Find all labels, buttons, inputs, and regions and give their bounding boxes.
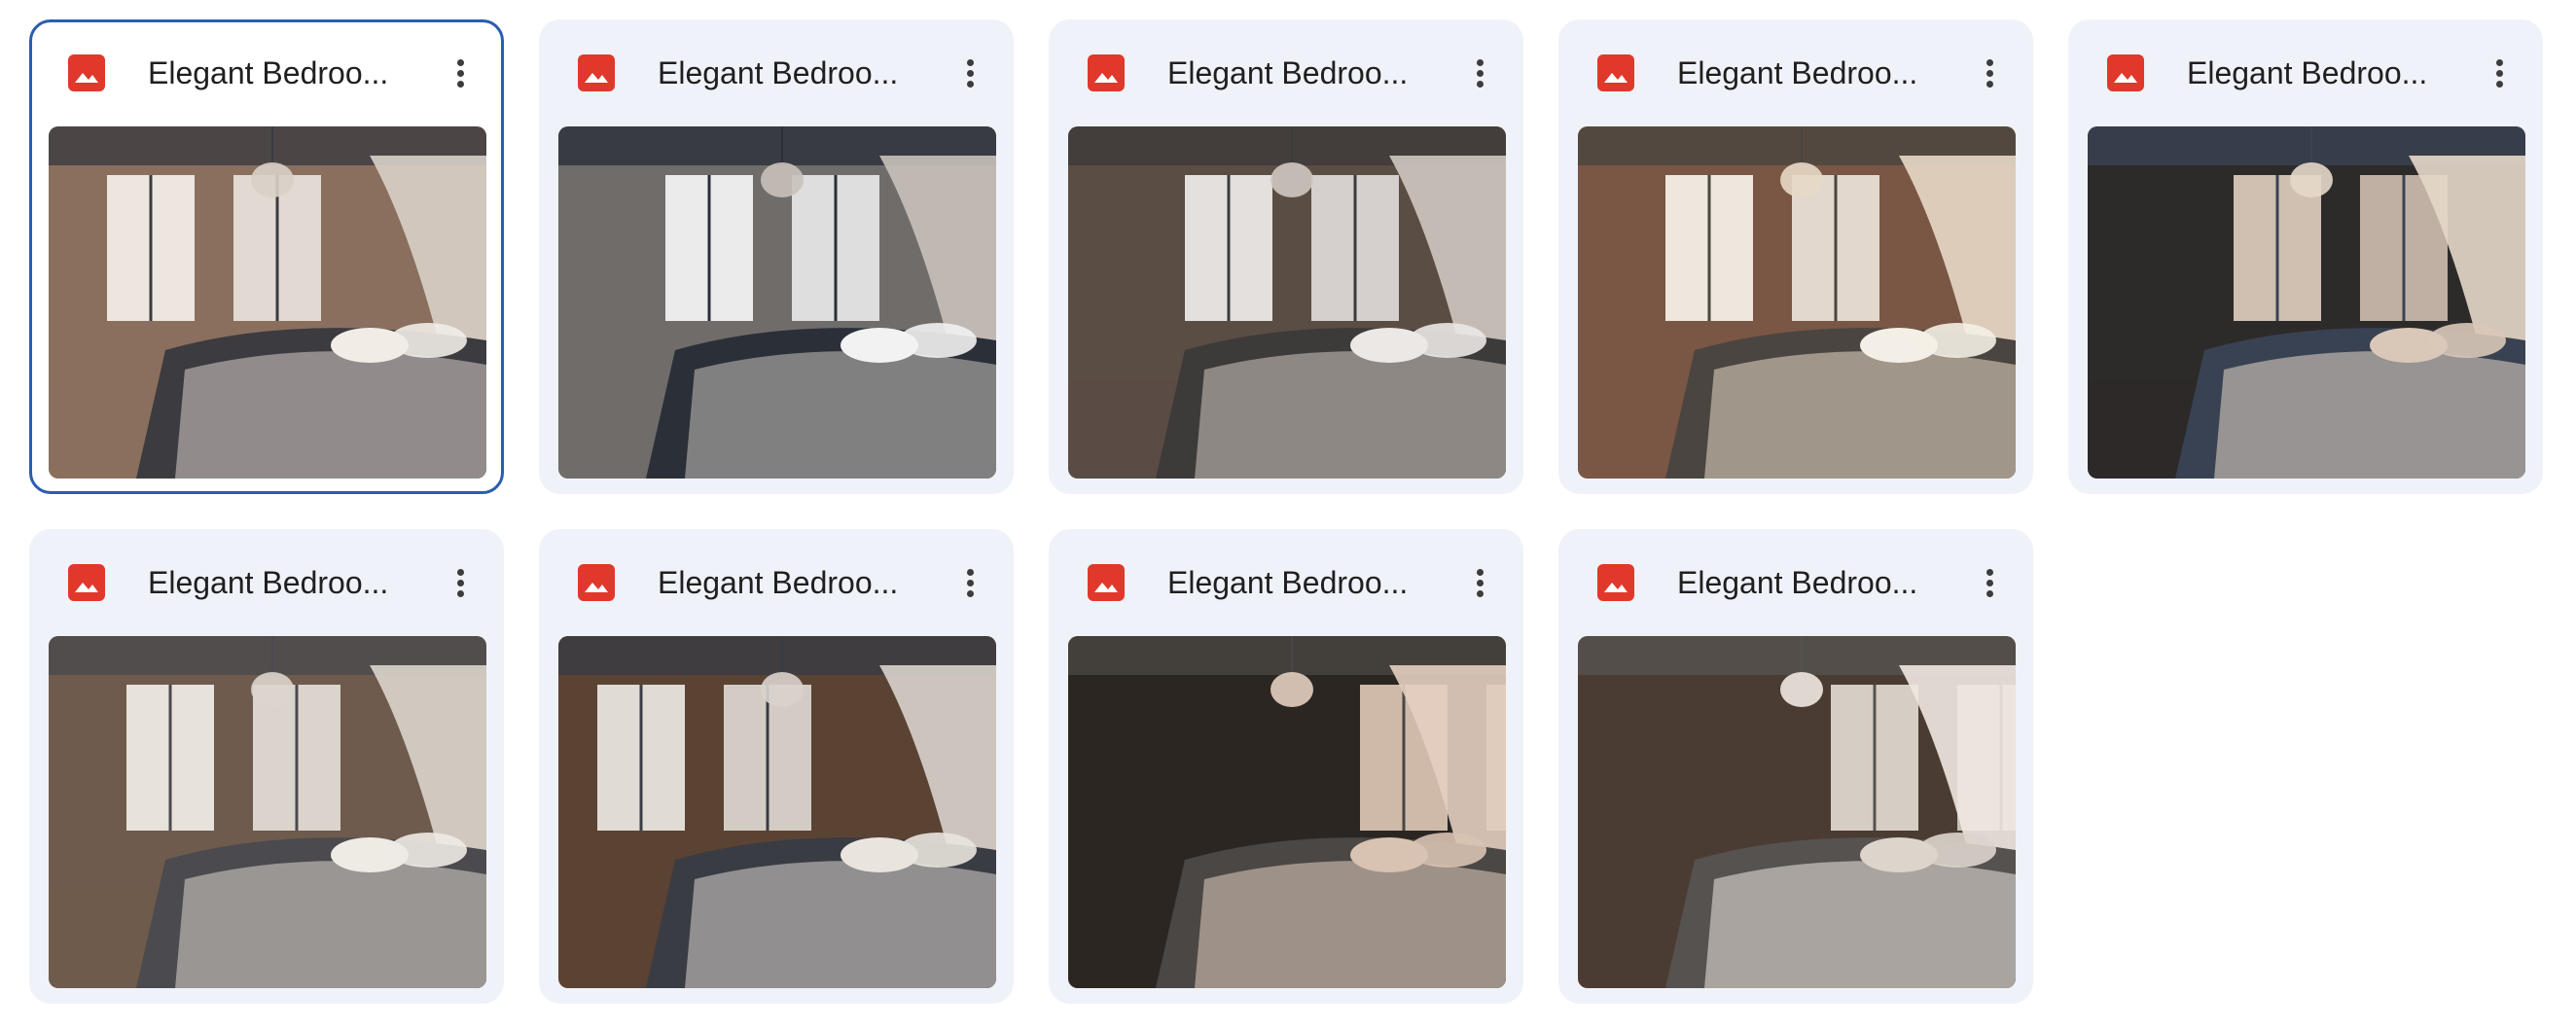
more-vert-icon [457, 81, 464, 88]
image-file-icon [1597, 564, 1634, 601]
file-card[interactable]: Elegant Bedroo... [2068, 19, 2543, 494]
more-actions-button[interactable] [1963, 47, 2016, 99]
file-card-header: Elegant Bedroo... [1558, 19, 2033, 121]
file-name: Elegant Bedroo... [148, 55, 389, 90]
file-card[interactable]: Elegant Bedroo... [539, 19, 1014, 494]
file-card[interactable]: Elegant Bedroo... [1049, 529, 1523, 1004]
file-card[interactable]: Elegant Bedroo... [1049, 19, 1523, 494]
more-actions-button[interactable] [944, 556, 996, 609]
file-card-header: Elegant Bedroo... [1049, 529, 1523, 630]
file-thumbnail[interactable] [1068, 636, 1506, 988]
file-card[interactable]: Elegant Bedroo... [29, 529, 504, 1004]
file-name: Elegant Bedroo... [1167, 565, 1409, 600]
file-card-header: Elegant Bedroo... [539, 19, 1014, 121]
file-thumbnail[interactable] [558, 126, 996, 479]
more-vert-icon [2496, 59, 2503, 66]
file-card-header: Elegant Bedroo... [29, 529, 504, 630]
more-vert-icon [1477, 70, 1484, 77]
more-vert-icon [1986, 569, 1993, 576]
more-vert-icon [1986, 81, 1993, 88]
more-vert-icon [1477, 81, 1484, 88]
more-actions-button[interactable] [944, 47, 996, 99]
file-thumbnail[interactable] [1068, 126, 1506, 479]
more-actions-button[interactable] [434, 556, 486, 609]
file-name: Elegant Bedroo... [1677, 55, 1918, 90]
more-vert-icon [1477, 59, 1484, 66]
image-file-icon [1088, 54, 1125, 91]
file-card[interactable]: Elegant Bedroo... [539, 529, 1014, 1004]
image-file-icon [578, 564, 615, 601]
image-file-icon [1088, 564, 1125, 601]
image-file-icon [68, 564, 105, 601]
more-actions-button[interactable] [1453, 47, 1506, 99]
file-name: Elegant Bedroo... [1677, 565, 1918, 600]
more-vert-icon [1477, 590, 1484, 597]
file-card-header: Elegant Bedroo... [1049, 19, 1523, 121]
more-vert-icon [2496, 81, 2503, 88]
file-name: Elegant Bedroo... [658, 55, 899, 90]
file-name: Elegant Bedroo... [658, 565, 899, 600]
more-actions-button[interactable] [434, 47, 486, 99]
more-actions-button[interactable] [2473, 47, 2525, 99]
image-file-icon [2107, 54, 2144, 91]
file-card[interactable]: Elegant Bedroo... [1558, 19, 2033, 494]
file-thumbnail[interactable] [2088, 126, 2525, 479]
file-thumbnail[interactable] [1578, 636, 2016, 988]
file-card-header: Elegant Bedroo... [2068, 19, 2543, 121]
more-vert-icon [457, 580, 464, 586]
file-name: Elegant Bedroo... [148, 565, 389, 600]
more-vert-icon [1986, 59, 1993, 66]
more-vert-icon [457, 59, 464, 66]
more-vert-icon [1477, 569, 1484, 576]
image-file-icon [578, 54, 615, 91]
more-vert-icon [1477, 580, 1484, 586]
more-vert-icon [1986, 590, 1993, 597]
more-vert-icon [967, 81, 974, 88]
file-card-header: Elegant Bedroo... [539, 529, 1014, 630]
more-vert-icon [967, 59, 974, 66]
file-thumbnail[interactable] [558, 636, 996, 988]
file-card[interactable]: Elegant Bedroo... [29, 19, 504, 494]
more-vert-icon [967, 590, 974, 597]
more-vert-icon [457, 70, 464, 77]
file-card[interactable]: Elegant Bedroo... [1558, 529, 2033, 1004]
more-vert-icon [967, 70, 974, 77]
file-card-header: Elegant Bedroo... [1558, 529, 2033, 630]
file-thumbnail[interactable] [49, 636, 486, 988]
more-vert-icon [967, 569, 974, 576]
more-vert-icon [457, 569, 464, 576]
more-vert-icon [967, 580, 974, 586]
more-vert-icon [1986, 70, 1993, 77]
more-actions-button[interactable] [1963, 556, 2016, 609]
more-vert-icon [457, 590, 464, 597]
file-thumbnail[interactable] [1578, 126, 2016, 479]
file-name: Elegant Bedroo... [1167, 55, 1409, 90]
image-file-icon [1597, 54, 1634, 91]
more-actions-button[interactable] [1453, 556, 1506, 609]
more-vert-icon [2496, 70, 2503, 77]
more-vert-icon [1986, 580, 1993, 586]
image-file-icon [68, 54, 105, 91]
file-card-header: Elegant Bedroo... [32, 22, 501, 124]
file-thumbnail[interactable] [49, 126, 486, 479]
file-grid: Elegant Bedroo... Elegant Bedroo... Elegan… [0, 0, 2576, 1029]
file-name: Elegant Bedroo... [2187, 55, 2428, 90]
